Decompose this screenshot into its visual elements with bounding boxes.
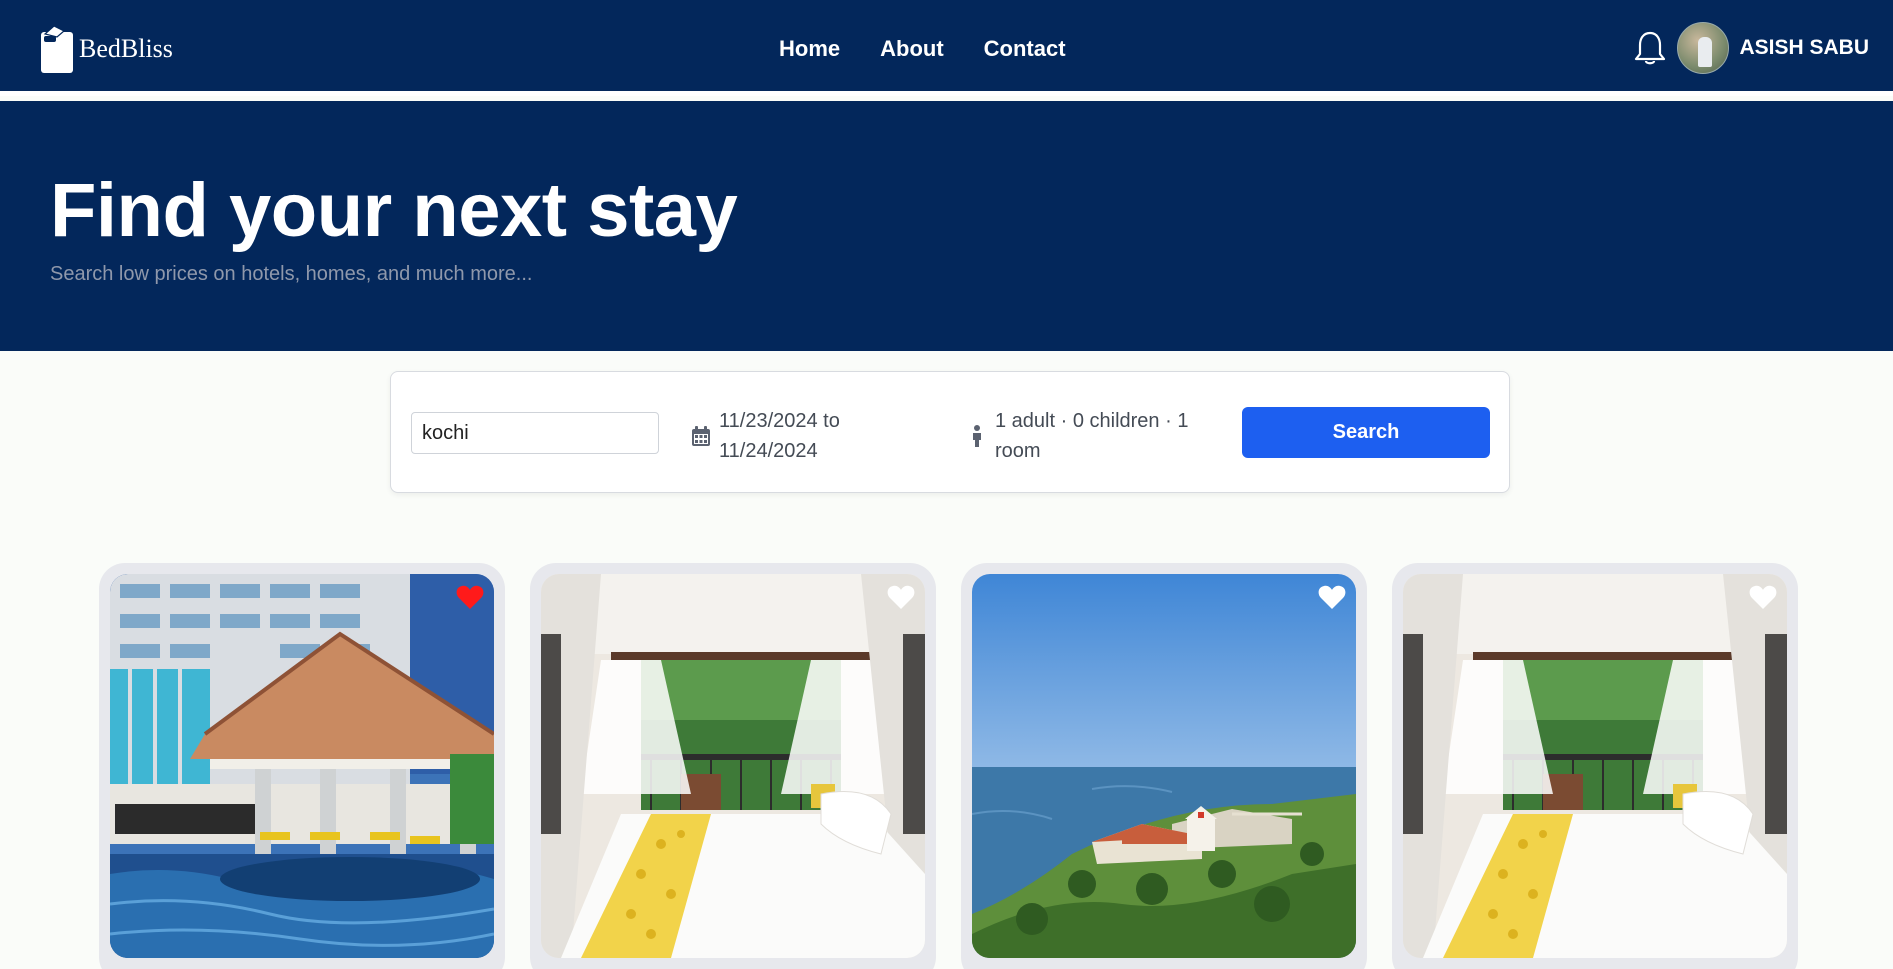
hotel-pool-image <box>110 574 494 958</box>
search-button[interactable]: Search <box>1242 407 1490 458</box>
nav-link-contact[interactable]: Contact <box>984 36 1066 62</box>
guest-text: 1 adult · 0 children · 1 room <box>995 410 1189 462</box>
bed-logo-icon <box>41 25 73 73</box>
favorite-heart-icon[interactable] <box>887 584 915 610</box>
date-range-text: 11/23/2024 to 11/24/2024 <box>719 410 840 462</box>
brand[interactable]: BedBliss <box>40 24 173 74</box>
property-card[interactable] <box>961 563 1367 969</box>
user-name[interactable]: ASISH SABU <box>1739 36 1869 60</box>
date-range-picker[interactable]: 11/23/2024 to 11/24/2024 <box>691 406 869 466</box>
bedroom-image <box>541 574 925 958</box>
bedroom-image <box>1403 574 1787 958</box>
brand-name: BedBliss <box>79 34 173 63</box>
user-area: ASISH SABU <box>1633 22 1869 74</box>
property-image[interactable] <box>541 574 925 958</box>
favorite-heart-icon[interactable] <box>456 584 484 610</box>
hero-banner: Find your next stay Search low prices on… <box>0 101 1893 351</box>
search-panel: 11/23/2024 to 11/24/2024 1 adult · 0 chi… <box>390 371 1510 493</box>
person-icon <box>973 425 981 447</box>
favorite-heart-icon[interactable] <box>1318 584 1346 610</box>
bell-icon[interactable] <box>1633 30 1667 66</box>
top-navbar: BedBliss Home About Contact ASISH SABU <box>0 0 1893 96</box>
property-image[interactable] <box>1403 574 1787 958</box>
nav-link-about[interactable]: About <box>880 36 944 62</box>
property-image[interactable] <box>110 574 494 958</box>
nav-link-home[interactable]: Home <box>779 36 840 62</box>
property-card[interactable] <box>1392 563 1798 969</box>
guest-selector[interactable]: 1 adult · 0 children · 1 room <box>969 406 1195 466</box>
avatar[interactable] <box>1677 22 1730 74</box>
favorite-heart-icon[interactable] <box>1749 584 1777 610</box>
property-card[interactable] <box>530 563 936 969</box>
calendar-icon <box>692 426 710 446</box>
main-nav: Home About Contact <box>779 36 1066 62</box>
destination-input[interactable] <box>411 412 659 454</box>
hero-subtitle: Search low prices on hotels, homes, and … <box>50 263 533 285</box>
hero-title: Find your next stay <box>50 168 738 253</box>
property-image[interactable] <box>972 574 1356 958</box>
property-cards <box>99 563 1799 969</box>
coastal-fort-image <box>972 574 1356 958</box>
property-card[interactable] <box>99 563 505 969</box>
